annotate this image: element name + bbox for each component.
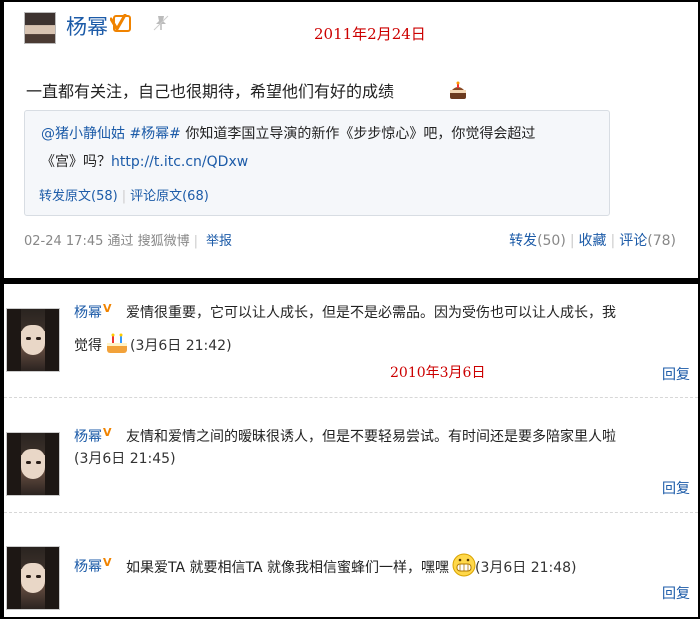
report-link[interactable]: 举报	[206, 234, 232, 249]
short-url-link[interactable]: http://t.itc.cn/QDxw	[111, 154, 248, 170]
avatar[interactable]	[6, 546, 60, 610]
comment-time: (3月6日 21:45)	[74, 448, 176, 468]
comment-author-name: 杨幂	[74, 429, 102, 445]
comment-time-text: (3月6日 21:45)	[74, 451, 176, 467]
comment-text-line2: 觉得 (3月6日 21:42)	[74, 332, 232, 355]
reply-button[interactable]: 回复	[662, 478, 690, 498]
comment-text: 如果爱TA 就要相信TA 就像我相信蜜蜂们一样，嘿嘿	[126, 560, 449, 576]
comment-time: (3月6日 21:48)	[474, 560, 577, 576]
post-text: 一直都有关注，自己也很期待，希望他们有好的成绩	[26, 82, 395, 101]
favorite-button[interactable]: 收藏	[579, 233, 607, 249]
post-source: 通过 搜狐微博	[107, 234, 190, 249]
verified-v-icon	[109, 13, 132, 32]
verified-v-icon: V	[103, 556, 112, 569]
author-avatar[interactable]	[24, 12, 56, 44]
verified-v-icon: V	[103, 426, 112, 439]
quoted-text-line1: @猪小静仙姑 #杨幂# 你知道李国立导演的新作《步步惊心》吧，你觉得会超过	[41, 123, 535, 143]
comment-count: (78)	[647, 233, 676, 249]
repost-original-button[interactable]: 转发原文(58)	[39, 189, 118, 204]
comment-author-name: 杨幂	[74, 559, 102, 575]
post-meta: 02-24 17:45 通过 搜狐微博 | 举报	[24, 234, 233, 249]
comment-original-button[interactable]: 评论原文(68)	[130, 189, 209, 204]
cake-icon	[104, 332, 130, 354]
quoted-actions: 转发原文(58) | 评论原文(68)	[39, 189, 209, 204]
comment-label: 评论	[619, 233, 648, 249]
grin-emoji-icon	[451, 552, 476, 577]
comment-original-count: (68)	[182, 189, 209, 204]
top-weibo-post: 杨幂 2011年2月24日 一直都有关注，自己也很期待，希望他们有好的成绩 @猪…	[4, 2, 698, 278]
post-timestamp: 02-24 17:45	[24, 234, 104, 249]
avatar[interactable]	[6, 432, 60, 496]
comment-text-line1: 如果爱TA 就要相信TA 就像我相信蜜蜂们一样，嘿嘿 (3月6日 21:48)	[126, 552, 577, 577]
repost-button[interactable]: 转发(50)	[509, 233, 566, 249]
divider	[4, 512, 698, 513]
mention-link[interactable]: @猪小静仙姑	[41, 126, 125, 142]
quoted-text-line2: 《宫》吗？http://t.itc.cn/QDxw	[41, 151, 248, 171]
post-actions: 转发(50) | 收藏 | 评论(78)	[509, 233, 676, 249]
author-name[interactable]: 杨幂	[66, 11, 108, 41]
hashtag-link[interactable]: #杨幂#	[129, 126, 180, 142]
comment-author[interactable]: 杨幂V	[74, 302, 112, 322]
divider	[4, 397, 698, 398]
comment-author[interactable]: 杨幂V	[74, 556, 112, 576]
avatar[interactable]	[6, 308, 60, 372]
pin-icon[interactable]	[152, 14, 170, 32]
quoted-post: @猪小静仙姑 #杨幂# 你知道李国立导演的新作《步步惊心》吧，你觉得会超过 《宫…	[24, 110, 610, 216]
reply-button[interactable]: 回复	[662, 583, 690, 603]
comment-time: (3月6日 21:42)	[130, 338, 232, 354]
cake-icon	[447, 80, 467, 100]
comment-text-line1: 爱情很重要，它可以让人成长，但是不是必需品。因为受伤也可以让人成长，我	[126, 305, 616, 321]
repost-label: 转发	[509, 233, 538, 249]
comment-author[interactable]: 杨幂V	[74, 426, 112, 446]
date-annotation: 2010年3月6日	[390, 365, 486, 381]
repost-original-count: (58)	[91, 189, 118, 204]
quoted-text-cont: 《宫》吗？	[41, 154, 111, 170]
repost-count: (50)	[537, 233, 566, 249]
reply-button[interactable]: 回复	[662, 364, 690, 384]
comment-text-line1: 友情和爱情之间的暧昧很诱人，但是不要轻易尝试。有时间还是要多陪家里人啦	[126, 429, 616, 445]
date-annotation: 2011年2月24日	[314, 25, 426, 43]
comment-list: 杨幂V 爱情很重要，它可以让人成长，但是不是必需品。因为受伤也可以让人成长，我 …	[4, 284, 698, 617]
comment-original-label: 评论原文	[130, 189, 183, 204]
comment-text-cont: 觉得	[74, 338, 102, 354]
repost-original-label: 转发原文	[39, 189, 92, 204]
verified-v-icon: V	[103, 302, 112, 315]
quoted-text: 你知道李国立导演的新作《步步惊心》吧，你觉得会超过	[180, 126, 536, 142]
comment-author-name: 杨幂	[74, 305, 102, 321]
comment-button[interactable]: 评论(78)	[619, 233, 676, 249]
